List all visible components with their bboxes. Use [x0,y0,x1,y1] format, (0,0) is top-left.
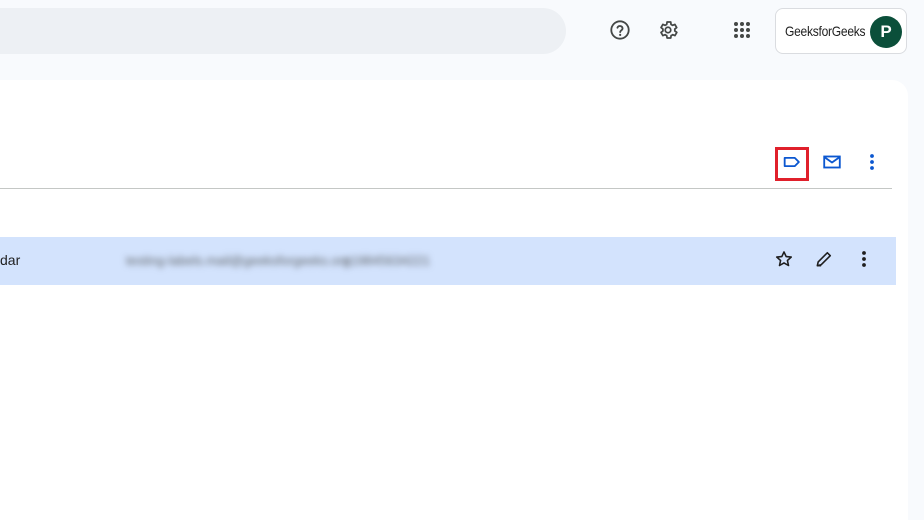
more-vert-icon [869,152,875,177]
star-outline-icon [774,249,794,274]
search-input[interactable] [0,8,566,54]
contact-row[interactable]: dar testing-labels.mail@geeksforgeeks.or… [0,237,896,285]
row-more-button[interactable] [850,247,878,275]
more-vert-icon [861,249,867,274]
help-icon[interactable] [605,15,635,45]
more-options-button[interactable] [858,150,886,178]
apps-grid-icon[interactable] [727,15,757,45]
list-header-divider [0,188,892,189]
contact-name: dar [0,252,21,268]
main-panel [0,80,908,520]
mail-icon [821,151,843,178]
brand-name: GeeksforGeeks [785,23,866,39]
label-button-highlight [775,147,809,181]
avatar[interactable]: P [870,16,902,48]
contact-email: testing-labels.mail@geeksforgeeks.org [126,253,351,268]
send-email-button[interactable] [818,150,846,178]
contact-phone: +19845634221 [343,253,431,268]
gear-icon[interactable] [653,15,683,45]
account-switcher[interactable]: GeeksforGeeks P [775,8,907,54]
edit-contact-button[interactable] [810,247,838,275]
top-bar: GeeksforGeeks P [0,0,924,78]
star-button[interactable] [770,247,798,275]
pencil-icon [814,249,834,274]
